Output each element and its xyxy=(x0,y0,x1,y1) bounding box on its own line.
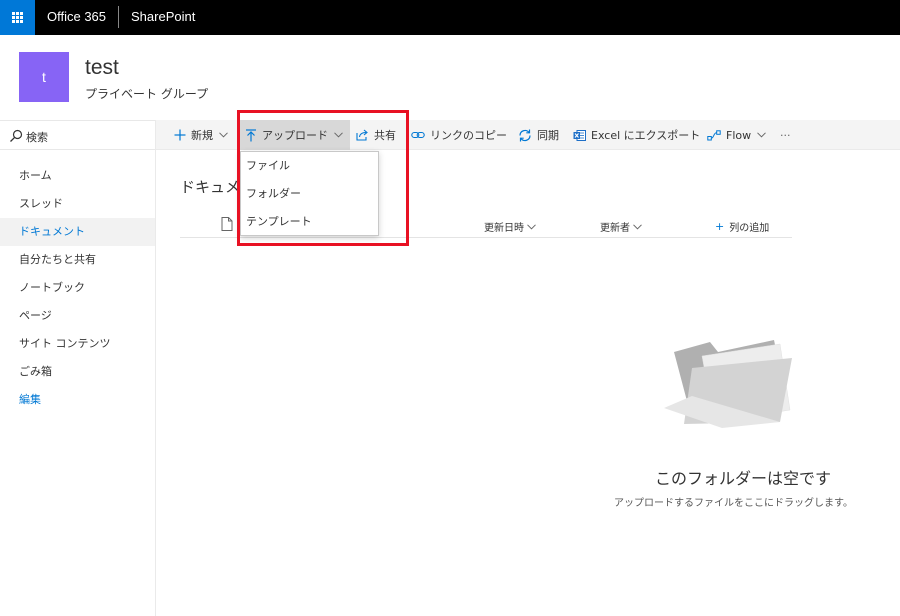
column-header-modified-by[interactable]: 更新者 xyxy=(600,219,642,234)
add-column-label: 列の追加 xyxy=(729,223,770,234)
flow-icon xyxy=(707,129,721,140)
nav-item-threads[interactable]: スレッド xyxy=(0,190,155,218)
sync-button[interactable]: 同期 xyxy=(518,120,559,150)
site-logo[interactable]: t xyxy=(19,52,69,102)
nav-item-shared-with-us[interactable]: 自分たちと共有 xyxy=(0,246,155,274)
file-type-icon[interactable] xyxy=(221,217,233,231)
add-column-button[interactable]: + 列の追加 xyxy=(715,219,769,234)
library-title: ドキュメント xyxy=(180,178,240,196)
column-header-modified-by-label: 更新者 xyxy=(600,223,630,234)
search-icon xyxy=(10,129,23,142)
nav-item-home[interactable]: ホーム xyxy=(0,162,155,190)
suite-bar: Office 365 SharePoint xyxy=(0,0,900,35)
office365-brand-link[interactable]: Office 365 xyxy=(47,9,106,24)
chevron-down-icon xyxy=(757,132,766,138)
nav-item-documents[interactable]: ドキュメント xyxy=(0,218,155,246)
nav-item-recycle-bin[interactable]: ごみ箱 xyxy=(0,358,155,386)
nav-item-notebook[interactable]: ノートブック xyxy=(0,274,155,302)
highlight-annotation-box xyxy=(237,110,409,246)
suite-divider xyxy=(118,6,119,28)
empty-folder-icon xyxy=(664,340,792,428)
excel-icon xyxy=(573,129,586,141)
empty-state-title: このフォルダーは空です xyxy=(655,469,832,488)
chevron-down-icon xyxy=(527,223,536,230)
link-icon xyxy=(411,131,425,139)
flow-button[interactable]: Flow xyxy=(707,120,766,150)
left-navigation: ホーム スレッド ドキュメント 自分たちと共有 ノートブック ページ サイト コ… xyxy=(0,162,155,414)
plus-icon xyxy=(174,129,186,141)
copy-link-button[interactable]: リンクのコピー xyxy=(411,120,507,150)
empty-state-subtitle: アップロードするファイルをここにドラッグします。 xyxy=(614,498,853,509)
chevron-down-icon xyxy=(219,132,228,138)
search-label: 検索 xyxy=(26,131,48,144)
nav-item-pages[interactable]: ページ xyxy=(0,302,155,330)
site-title[interactable]: test xyxy=(85,56,119,80)
left-nav-divider xyxy=(155,120,156,616)
nav-edit-link[interactable]: 編集 xyxy=(0,386,155,414)
export-to-excel-button-label: Excel にエクスポート xyxy=(591,129,701,142)
site-subtitle: プライベート グループ xyxy=(85,87,209,101)
sync-button-label: 同期 xyxy=(537,129,559,142)
new-button[interactable]: 新規 xyxy=(174,120,228,150)
column-header-modified[interactable]: 更新日時 xyxy=(484,219,536,234)
column-header-modified-label: 更新日時 xyxy=(484,223,524,234)
nav-item-site-contents[interactable]: サイト コンテンツ xyxy=(0,330,155,358)
new-button-label: 新規 xyxy=(191,129,213,142)
plus-icon: + xyxy=(715,220,725,233)
search-box[interactable]: 検索 xyxy=(0,120,155,150)
flow-button-label: Flow xyxy=(726,128,752,142)
more-options-button[interactable]: ··· xyxy=(780,120,791,150)
export-to-excel-button[interactable]: Excel にエクスポート xyxy=(573,120,700,150)
sync-icon xyxy=(519,129,531,141)
chevron-down-icon xyxy=(633,223,642,230)
copy-link-button-label: リンクのコピー xyxy=(430,129,507,142)
sharepoint-app-link[interactable]: SharePoint xyxy=(131,9,195,24)
app-launcher-waffle-icon[interactable] xyxy=(0,0,35,35)
